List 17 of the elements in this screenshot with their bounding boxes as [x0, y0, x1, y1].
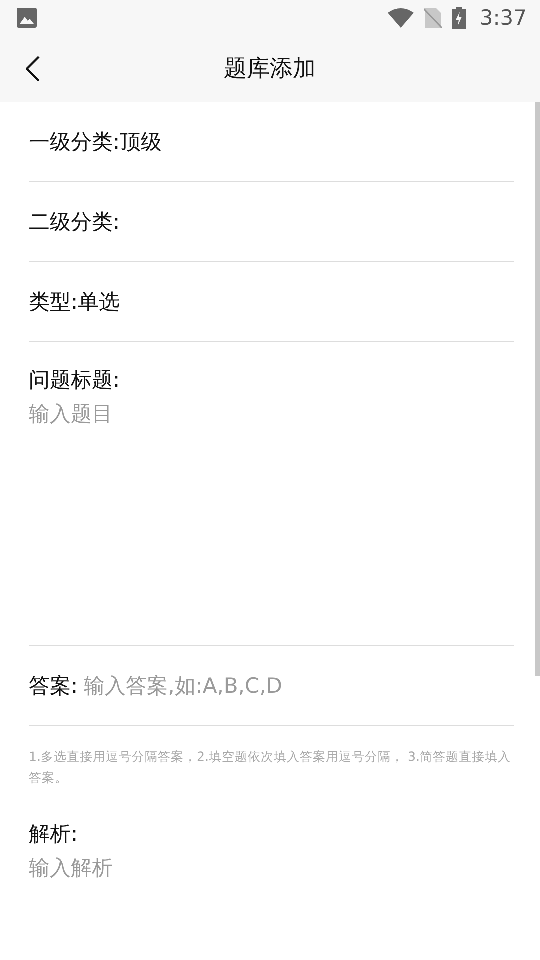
form-row-label: 一级分类:顶级 — [29, 128, 162, 156]
hint-text: 1.多选直接用逗号分隔答案，2.填空题依次填入答案用逗号分隔， 3.简答题直接填入答案。 — [29, 748, 512, 787]
status-time: 3:37 — [480, 6, 527, 30]
no-sim-icon — [424, 8, 442, 28]
form-row-label: 二级分类: — [29, 208, 120, 236]
wifi-icon — [388, 8, 414, 28]
answer-field[interactable]: 输入答案,如:A,B,C,D — [84, 674, 514, 698]
analysis-field[interactable]: 输入解析 — [29, 854, 514, 914]
page-title: 题库添加 — [224, 55, 316, 84]
battery-charging-icon — [452, 6, 466, 28]
form-row-label: 类型:单选 — [29, 288, 120, 316]
back-icon — [26, 56, 40, 82]
answer-label: 答案: — [29, 672, 78, 700]
question-field[interactable]: 输入题目 — [29, 400, 514, 610]
image-icon — [17, 8, 37, 28]
question-label: 问题标题: — [29, 367, 122, 394]
analysis-label: 解析: — [29, 821, 80, 848]
